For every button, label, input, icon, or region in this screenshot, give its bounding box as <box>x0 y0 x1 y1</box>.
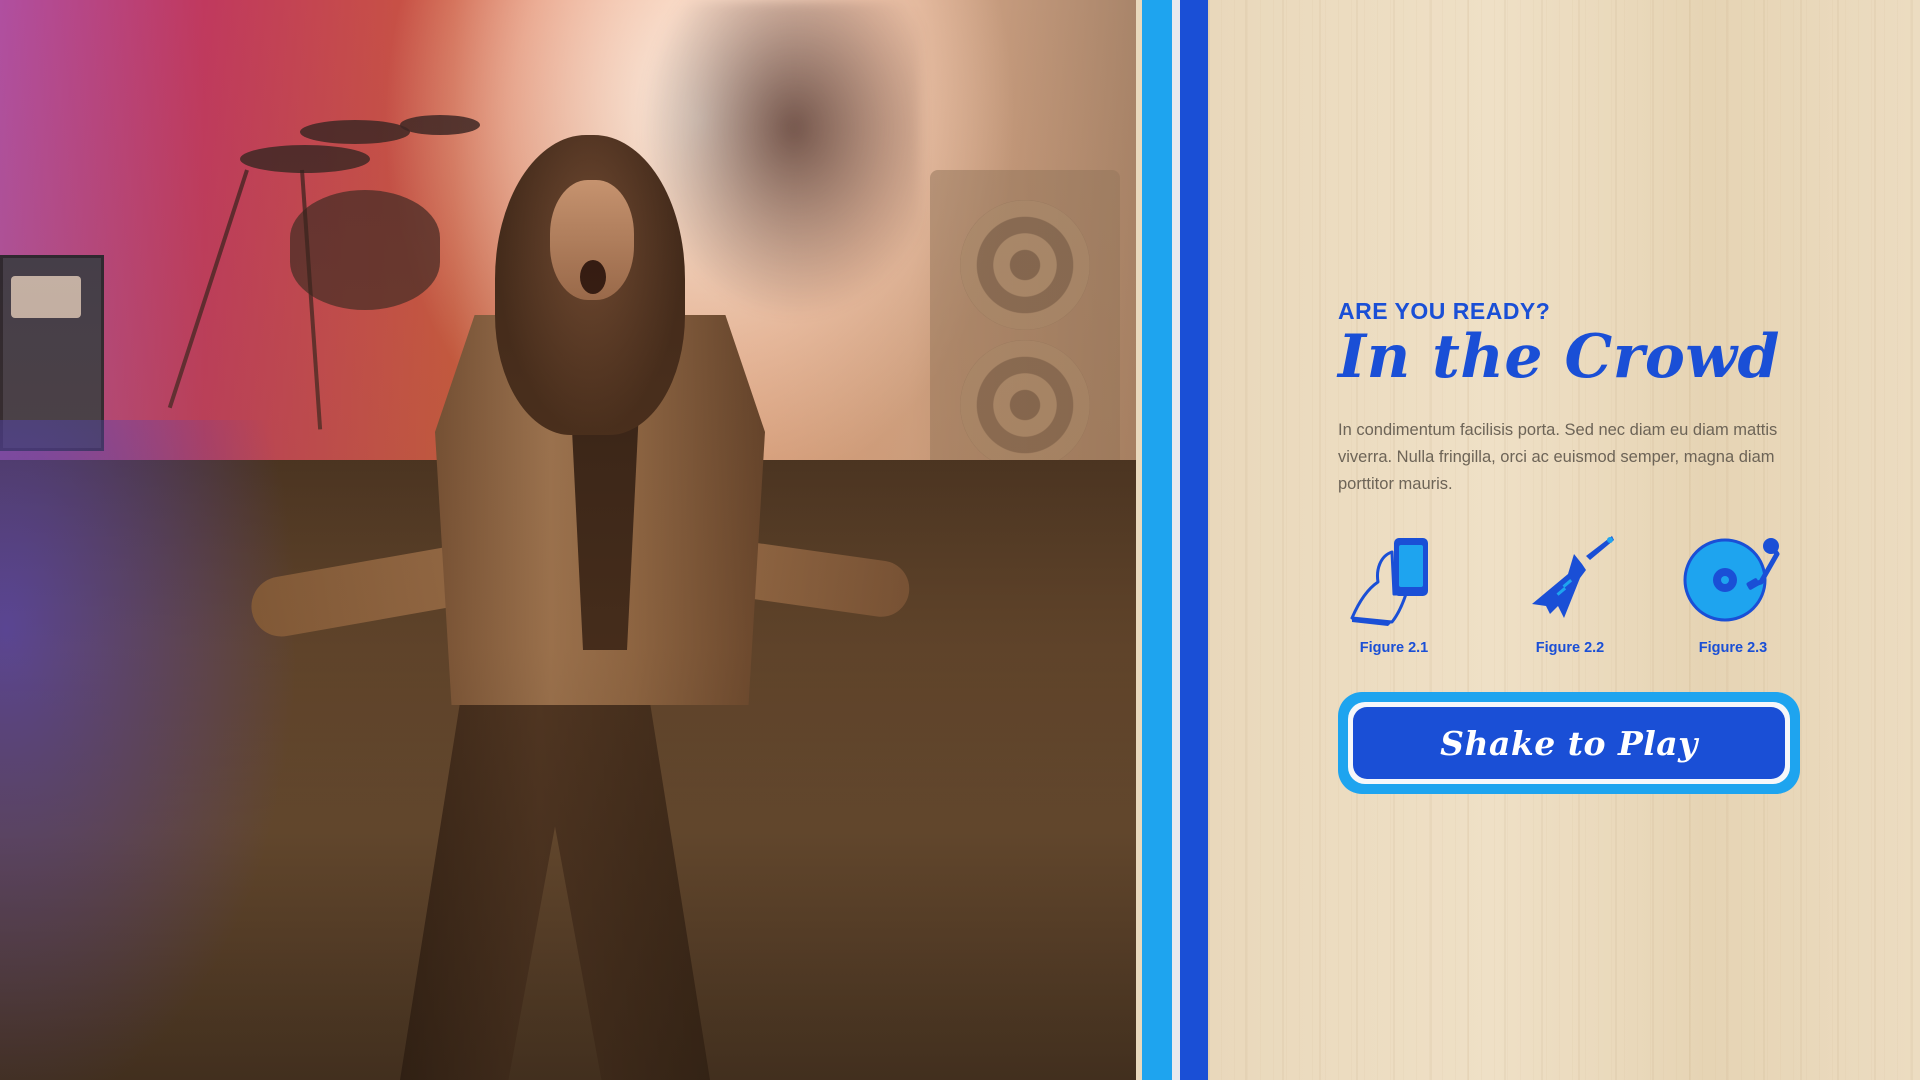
shake-to-play-button-frame: Shake to Play <box>1338 692 1800 794</box>
stripe-gap <box>1172 0 1180 1080</box>
figure-2-1: Figure 2.1 <box>1334 534 1454 656</box>
play-button-label: Shake to Play <box>1440 723 1698 763</box>
figure-caption: Figure 2.3 <box>1698 640 1768 656</box>
electric-guitar-icon <box>1532 536 1614 618</box>
hand-phone-icon <box>1350 538 1428 626</box>
figure-2-2: Figure 2.2 <box>1510 534 1630 656</box>
figure-2-3: Figure 2.3 <box>1673 534 1793 656</box>
dark-blue-stripe <box>1180 0 1208 1080</box>
concert-photo <box>0 0 1136 1080</box>
page-title: In the Crowd <box>1338 322 1780 392</box>
description-text: In condimentum facilisis porta. Sed nec … <box>1338 421 1778 493</box>
turntable-icon <box>1683 538 1780 622</box>
intro-content: ARE YOU READY? In the Crowd In condiment… <box>1338 298 1800 656</box>
figure-row: Figure 2.1 Figure 2.2 Figure 2.3 <box>1338 534 1800 656</box>
figure-caption: Figure 2.2 <box>1535 640 1605 656</box>
sepia-overlay <box>0 0 1136 1080</box>
button-border: Shake to Play <box>1348 702 1790 784</box>
eyebrow-heading: ARE YOU READY? <box>1338 298 1551 324</box>
figure-caption: Figure 2.1 <box>1359 640 1429 656</box>
shake-to-play-button[interactable]: Shake to Play <box>1353 707 1785 779</box>
light-blue-stripe <box>1142 0 1172 1080</box>
